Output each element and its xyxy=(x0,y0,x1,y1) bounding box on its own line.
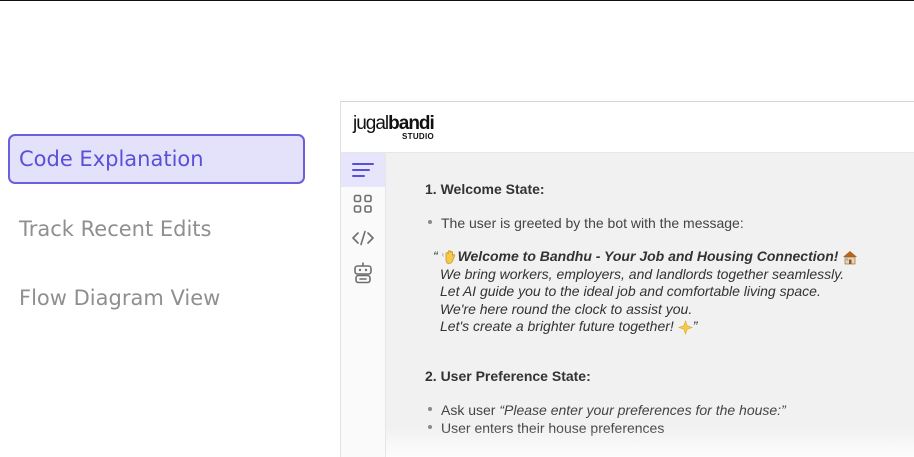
quote-line: Let AI guide you to the ideal job and co… xyxy=(440,283,821,299)
rail-button-bot[interactable] xyxy=(341,256,385,290)
bottom-fade xyxy=(386,427,914,457)
icon-rail xyxy=(341,153,386,457)
brand-name-bold: bandi xyxy=(388,113,435,134)
menu-item-track-recent-edits[interactable]: Track Recent Edits xyxy=(8,204,305,254)
bullet-quote: “Please enter your preferences for the h… xyxy=(499,402,786,418)
app-header: jugalbandi STUDIO xyxy=(341,102,914,153)
quote-open-mark: “ xyxy=(433,248,438,264)
grid-icon xyxy=(353,194,372,213)
bullet-greeting: The user is greeted by the bot with the … xyxy=(428,215,744,231)
menu-item-label: Flow Diagram View xyxy=(19,286,221,310)
lines-icon xyxy=(352,163,374,177)
code-icon xyxy=(352,230,374,246)
quote-title: Welcome to Bandhu - Your Job and Housing… xyxy=(457,248,839,264)
brand-name-light: jugal xyxy=(353,113,389,134)
bullet-dot xyxy=(428,220,432,225)
top-divider xyxy=(0,0,914,1)
menu-item-label: Code Explanation xyxy=(19,147,204,171)
bot-icon xyxy=(354,262,372,284)
bullet-text: Ask user xyxy=(441,402,500,418)
brand-sub: STUDIO xyxy=(402,132,435,141)
quote-line: We bring workers, employers, and landlor… xyxy=(440,265,845,282)
section-heading-user-preference: 2. User Preference State: xyxy=(425,368,591,384)
bullet-text: The user is greeted by the bot with the … xyxy=(441,215,744,231)
bullet-dot xyxy=(428,407,432,412)
explanation-panel: 1. Welcome State: The user is greeted by… xyxy=(386,153,914,457)
house-icon xyxy=(843,251,858,265)
waving-hand-icon xyxy=(441,250,455,265)
menu-item-label: Track Recent Edits xyxy=(19,217,212,241)
sparkle-star-icon xyxy=(677,319,693,335)
quote-last-line: Let's create a brighter future together! xyxy=(440,318,674,334)
section-heading-welcome: 1. Welcome State: xyxy=(425,181,545,197)
rail-button-explanation[interactable] xyxy=(341,153,385,187)
menu-item-flow-diagram-view[interactable]: Flow Diagram View xyxy=(8,273,305,323)
rail-button-code[interactable] xyxy=(341,221,385,255)
menu-item-code-explanation[interactable]: Code Explanation xyxy=(8,134,305,184)
bullet-ask-user: Ask user “Please enter your preferences … xyxy=(428,402,786,418)
rail-button-grid[interactable] xyxy=(341,187,385,221)
quote-line: We're here round the clock to assist you… xyxy=(440,300,693,317)
brand-logo[interactable]: jugalbandi STUDIO xyxy=(353,113,435,141)
welcome-message-quote: “ Welcome to Bandhu - Your Job and Housi… xyxy=(433,248,858,336)
app-window: jugalbandi STUDIO 1. Welcome State: The … xyxy=(340,101,914,457)
quote-close-mark: ” xyxy=(692,318,698,334)
